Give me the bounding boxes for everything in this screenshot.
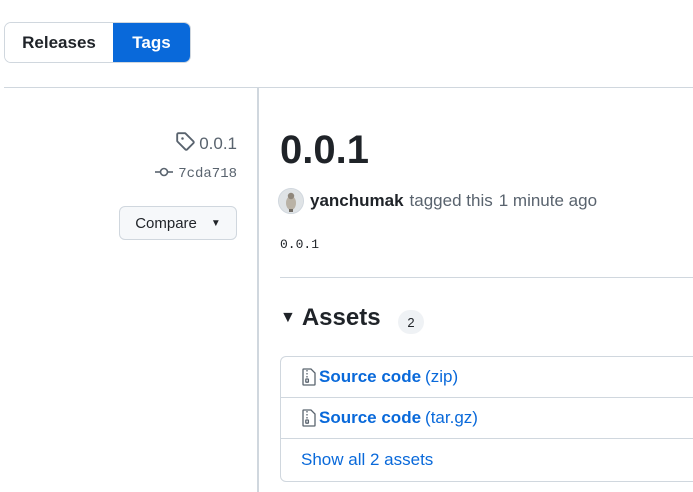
show-all-assets-link[interactable]: Show all 2 assets (301, 450, 433, 470)
tab-releases[interactable]: Releases (5, 23, 113, 62)
caret-down-icon: ▼ (210, 217, 221, 229)
assets-heading: Assets (301, 304, 381, 331)
byline-time: 1 minute ago (498, 191, 598, 210)
show-all-row: Show all 2 assets (281, 439, 693, 480)
tag-icon (175, 131, 195, 156)
header-divider (4, 87, 693, 88)
column-divider (257, 88, 259, 492)
release-byline: yanchumak tagged this 1 minute ago (278, 188, 597, 214)
release-body: 0.0.1 (280, 237, 320, 252)
tab-tags[interactable]: Tags (113, 23, 190, 62)
compare-label: Compare (135, 214, 197, 232)
commit-link[interactable]: 7cda718 (154, 164, 237, 183)
tag-name: 0.0.1 (199, 133, 237, 153)
commit-sha: 7cda718 (178, 165, 237, 182)
body-divider (280, 277, 693, 278)
assets-count-badge: 2 (398, 310, 424, 334)
releases-tags-toggle: Releases Tags (4, 22, 191, 63)
tag-link[interactable]: 0.0.1 (175, 131, 237, 156)
assets-toggle[interactable]: ▼ Assets (280, 304, 381, 332)
triangle-down-icon: ▼ (280, 309, 296, 326)
asset-ext[interactable]: (zip) (425, 367, 458, 387)
file-zip-icon (301, 409, 317, 427)
git-commit-icon (154, 164, 174, 183)
asset-ext[interactable]: (tar.gz) (425, 408, 478, 428)
release-title: 0.0.1 (280, 128, 369, 172)
file-zip-icon (301, 368, 317, 386)
author-link[interactable]: yanchumak (310, 191, 404, 211)
compare-button[interactable]: Compare ▼ (119, 206, 237, 240)
asset-row[interactable]: Source code (tar.gz) (281, 398, 693, 439)
byline-action: tagged this (409, 191, 493, 210)
asset-name[interactable]: Source code (319, 367, 421, 387)
avatar[interactable] (278, 188, 304, 214)
assets-list: Source code (zip) Source code (tar.gz) S… (280, 356, 693, 482)
asset-row[interactable]: Source code (zip) (281, 357, 693, 398)
asset-name[interactable]: Source code (319, 408, 421, 428)
